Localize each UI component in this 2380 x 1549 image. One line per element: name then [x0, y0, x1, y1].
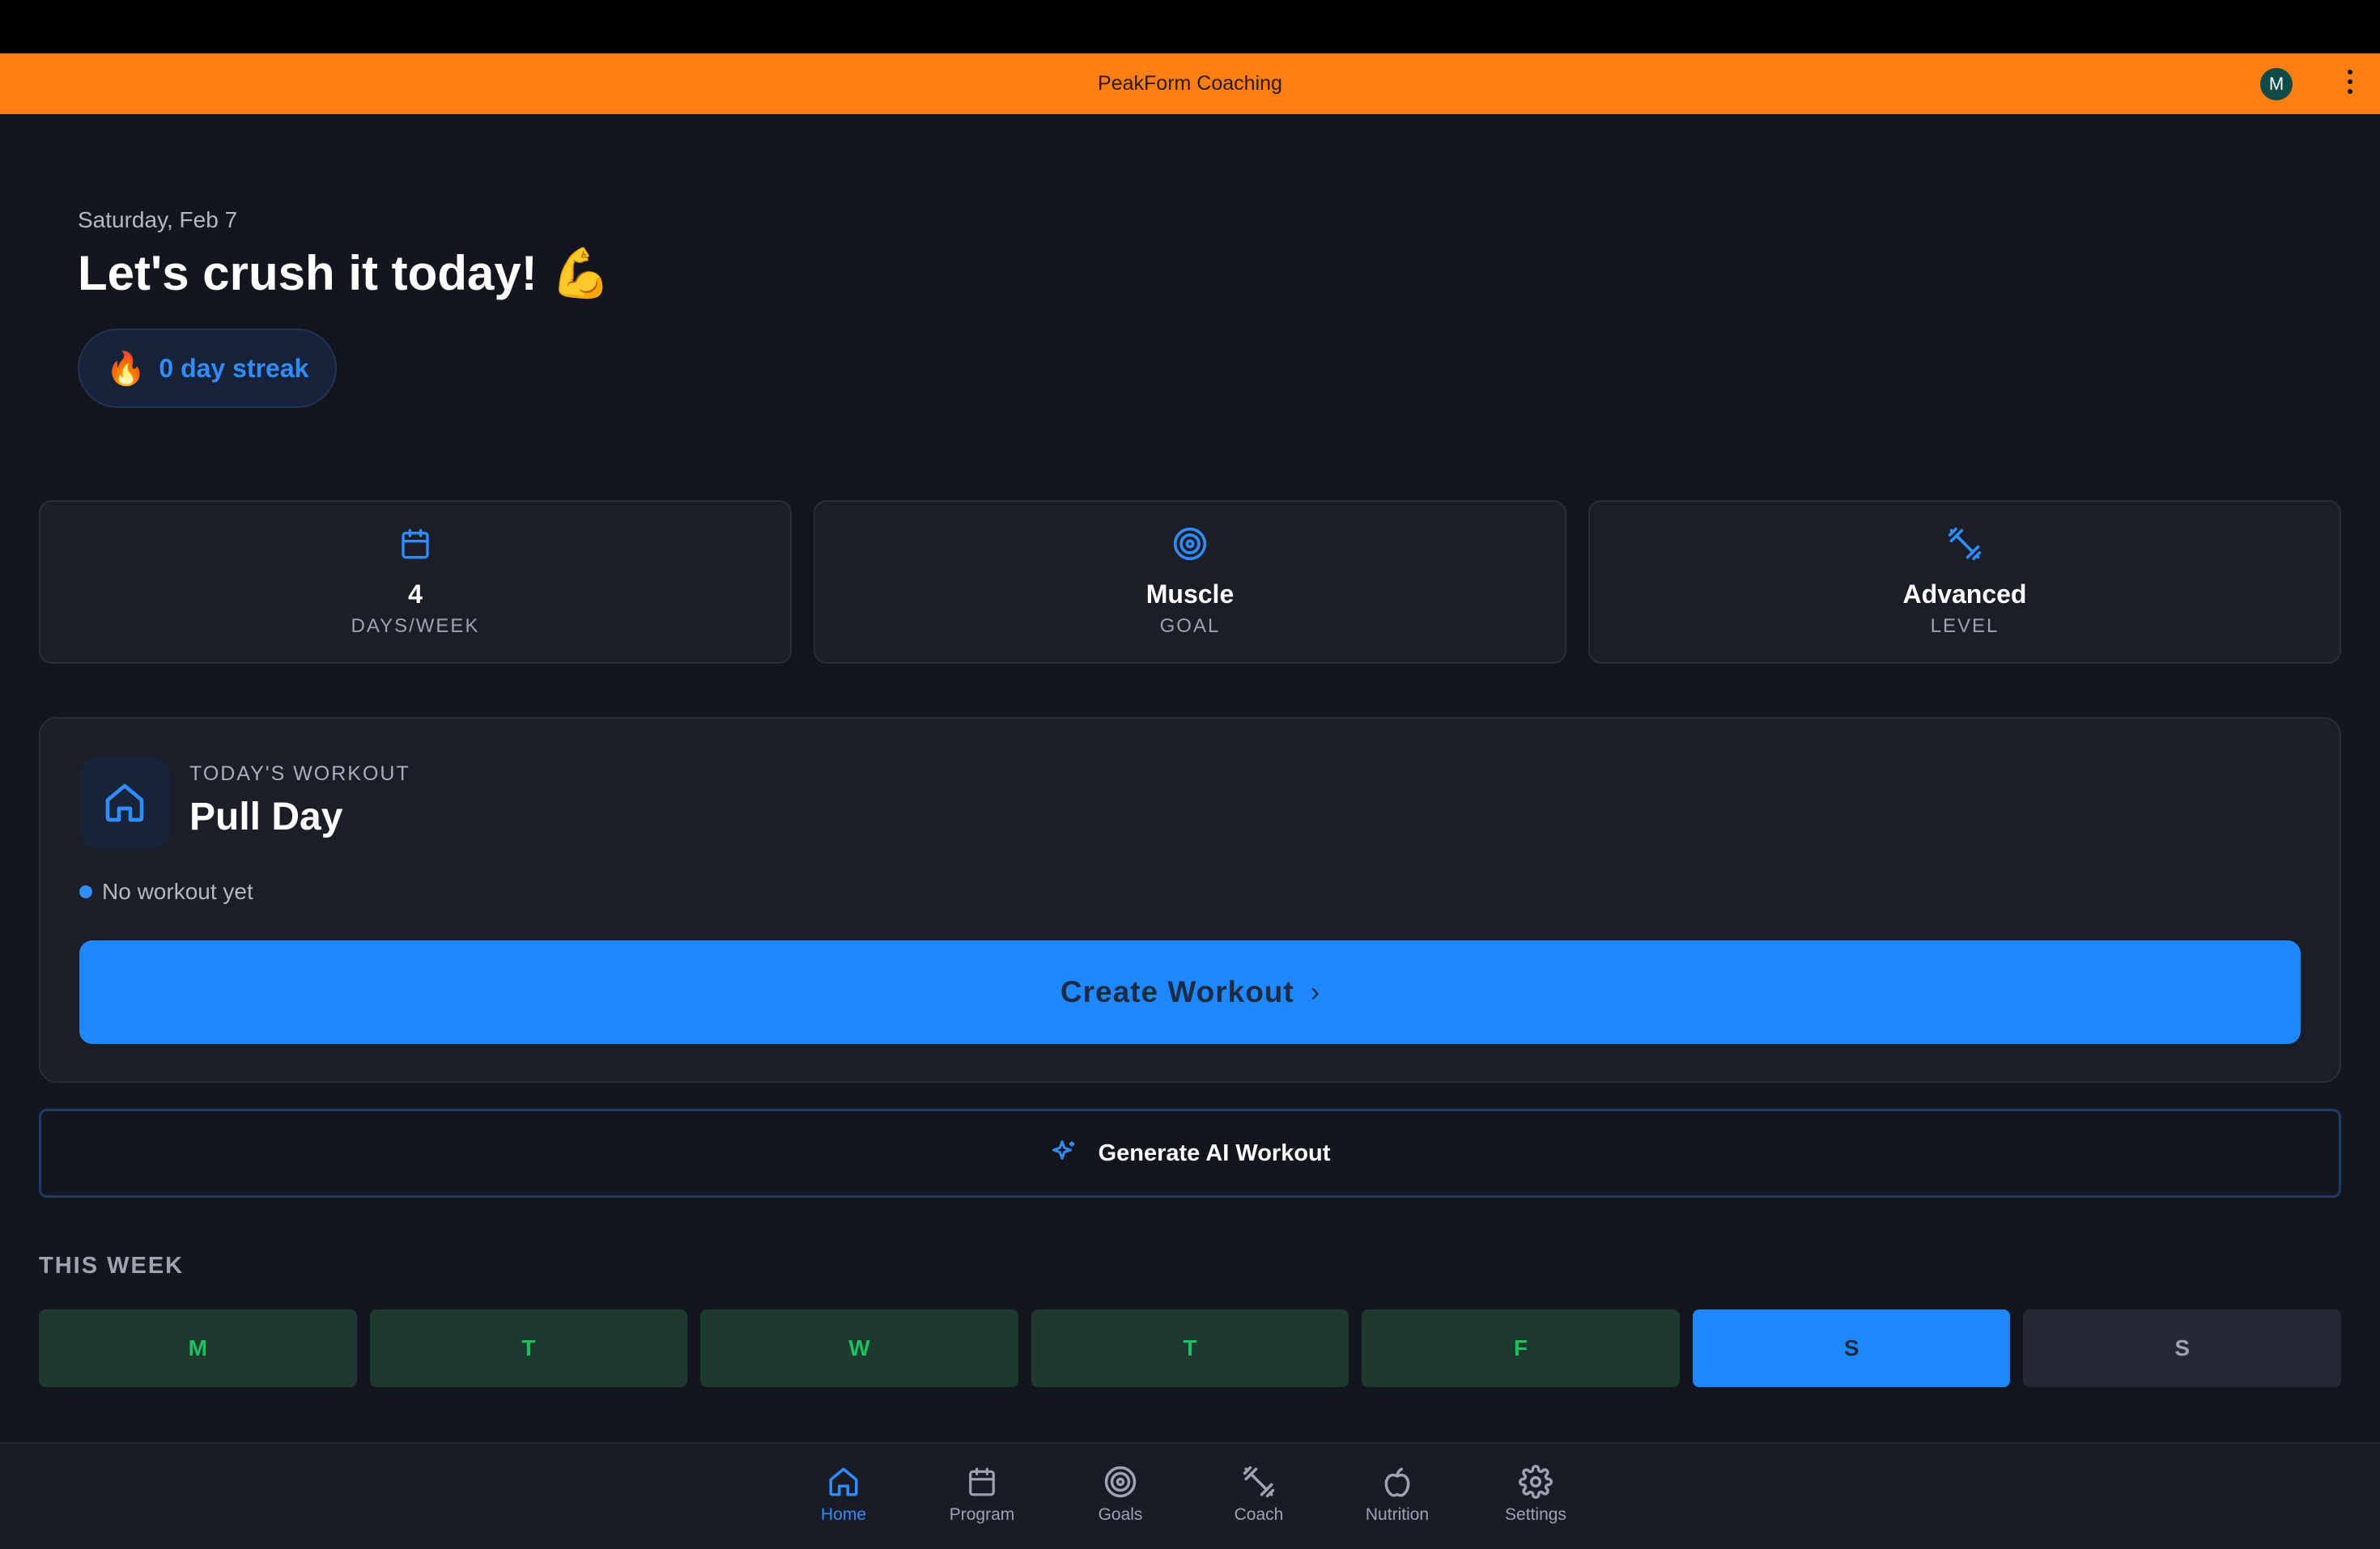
nav-program[interactable]: Program — [917, 1462, 1047, 1534]
streak-badge: 🔥 0 day streak — [78, 329, 337, 408]
day-monday[interactable]: M — [39, 1309, 357, 1387]
generate-ai-workout-label: Generate AI Workout — [1098, 1139, 1331, 1166]
system-status-bar — [0, 0, 2380, 53]
workout-eyebrow: TODAY'S WORKOUT — [189, 762, 410, 785]
stat-card-goal: Muscle GOAL — [814, 500, 1566, 664]
this-week-heading: THIS WEEK — [39, 1253, 185, 1279]
flame-icon: 🔥 — [105, 350, 147, 387]
target-icon — [1056, 1462, 1185, 1502]
dumbbell-icon — [1194, 1462, 1324, 1502]
stat-value: Muscle — [1145, 579, 1235, 609]
nav-goals[interactable]: Goals — [1056, 1462, 1185, 1534]
calendar-icon — [917, 1462, 1047, 1502]
bottom-navigation: Home Program Goals Coach Nutrition Setti… — [0, 1442, 2380, 1549]
greeting-headline: Let's crush it today! 💪 — [78, 246, 612, 300]
todays-workout-card: TODAY'S WORKOUT Pull Day No workout yet … — [39, 717, 2341, 1083]
day-wednesday[interactable]: W — [700, 1309, 1018, 1387]
nav-label: Coach — [1234, 1505, 1284, 1524]
nav-settings[interactable]: Settings — [1471, 1462, 1600, 1534]
nav-nutrition[interactable]: Nutrition — [1332, 1462, 1462, 1534]
nav-label: Nutrition — [1365, 1505, 1430, 1524]
home-icon — [79, 758, 170, 848]
current-date: Saturday, Feb 7 — [78, 207, 238, 232]
nav-coach[interactable]: Coach — [1194, 1462, 1324, 1534]
workout-status: No workout yet — [79, 879, 253, 905]
create-workout-button[interactable]: Create Workout › — [79, 940, 2301, 1044]
stat-card-days: 4 DAYS/WEEK — [39, 500, 792, 664]
stat-card-level: Advanced LEVEL — [1588, 500, 2341, 664]
gear-icon — [1471, 1462, 1600, 1502]
stat-label: DAYS/WEEK — [351, 615, 480, 637]
stat-value: 4 — [408, 579, 423, 609]
nav-label: Home — [820, 1505, 867, 1524]
generate-ai-workout-button[interactable]: Generate AI Workout — [39, 1109, 2341, 1198]
home-icon — [779, 1462, 908, 1502]
sparkle-icon — [1050, 1138, 1079, 1169]
dumbbell-icon — [1590, 526, 2340, 562]
calendar-icon — [40, 526, 790, 562]
apple-icon — [1332, 1462, 1462, 1502]
day-tuesday[interactable]: T — [369, 1309, 688, 1387]
day-thursday[interactable]: T — [1031, 1309, 1349, 1387]
app-bar: PeakForm Coaching M — [0, 53, 2380, 114]
nav-label: Program — [949, 1505, 1015, 1524]
more-options-icon[interactable] — [2338, 70, 2362, 99]
day-sunday[interactable]: S — [2023, 1309, 2342, 1387]
stat-label: LEVEL — [1930, 615, 2000, 637]
day-friday[interactable]: F — [1362, 1309, 1680, 1387]
nav-label: Settings — [1505, 1505, 1566, 1524]
day-saturday[interactable]: S — [1692, 1309, 2011, 1387]
chevron-right-icon: › — [1310, 976, 1320, 1008]
workout-status-text: No workout yet — [102, 879, 253, 904]
nav-home[interactable]: Home — [779, 1462, 908, 1534]
stat-value: Advanced — [1902, 579, 2027, 609]
streak-text: 0 day streak — [159, 353, 309, 383]
stat-label: GOAL — [1159, 615, 1221, 637]
status-dot — [79, 885, 92, 898]
create-workout-label: Create Workout — [1060, 975, 1294, 1008]
nav-label: Goals — [1098, 1505, 1143, 1524]
workout-title: Pull Day — [189, 796, 343, 838]
app-title: PeakForm Coaching — [1098, 72, 1282, 95]
week-day-strip: M T W T F S S — [39, 1309, 2342, 1387]
target-icon — [815, 526, 1565, 562]
profile-avatar[interactable]: M — [2260, 68, 2293, 100]
